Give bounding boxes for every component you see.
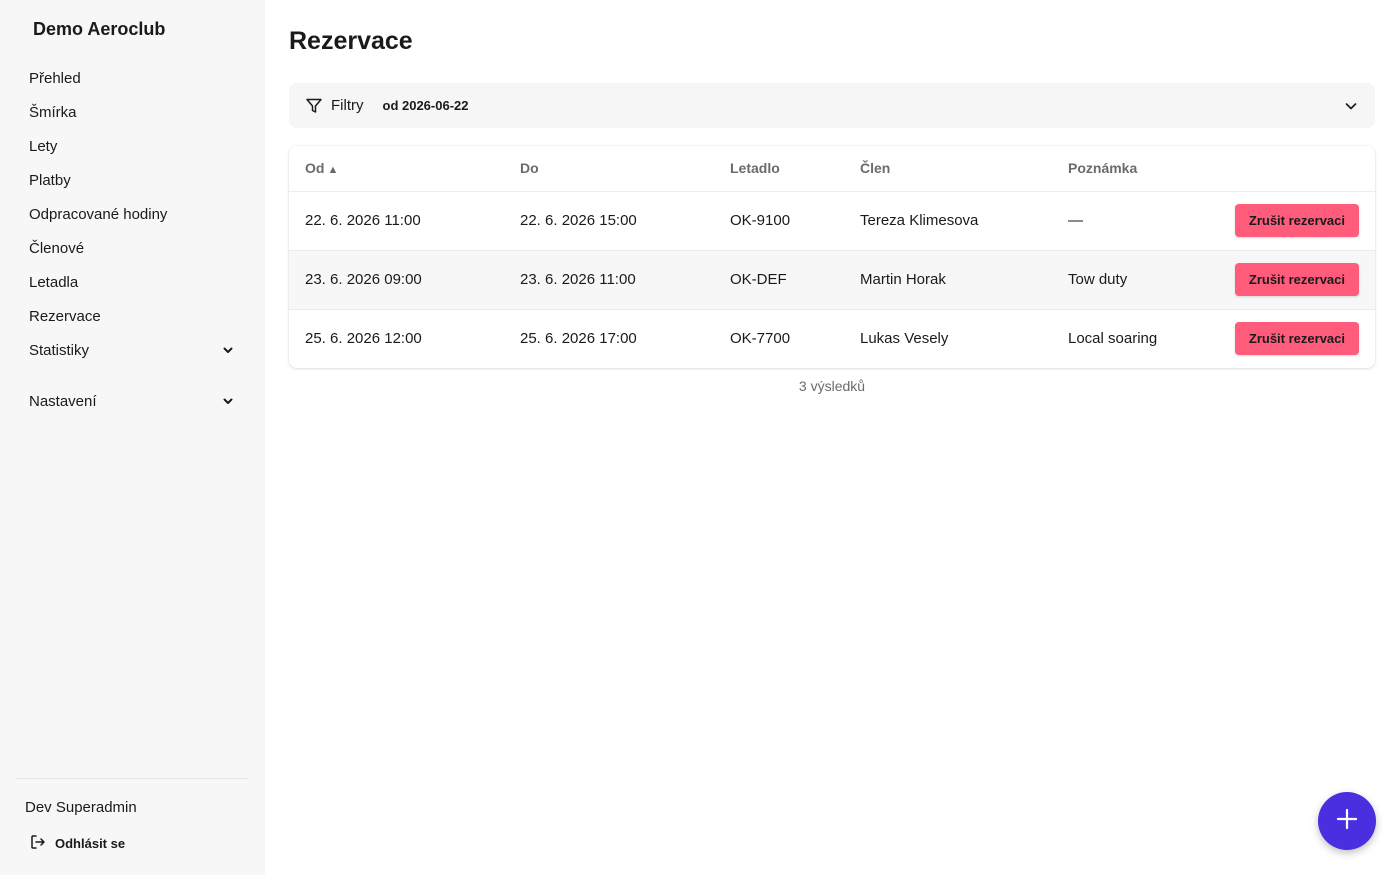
header-row: Od ▲ Do Letadlo Člen Poznámka (289, 146, 1375, 192)
column-label: Letadlo (730, 160, 780, 177)
column-header-poznamka[interactable]: Poznámka (1052, 146, 1194, 192)
cell-od: 22. 6. 2026 11:00 (289, 191, 504, 251)
chevron-down-icon[interactable] (1343, 98, 1359, 114)
cell-clen: Lukas Vesely (860, 330, 949, 348)
brand-title: Demo Aeroclub (33, 19, 166, 39)
cell-do: 25. 6. 2026 17:00 (520, 330, 637, 348)
cell-do: 22. 6. 2026 15:00 (504, 191, 714, 251)
sidebar-item-clenove[interactable]: Členové (16, 231, 248, 265)
cell-action: Zrušit rezervaci (1193, 309, 1375, 368)
cell-action: Zrušit rezervaci (1193, 250, 1375, 310)
chevron-down-icon (221, 343, 235, 357)
column-label: Člen (860, 160, 891, 177)
filters-summary: od 2026-06-22 (382, 98, 469, 113)
main-content: Rezervace Filtry od 2026-06-22 Od ▲ Do L… (265, 0, 1400, 875)
filters-bar[interactable]: Filtry od 2026-06-22 (289, 83, 1375, 128)
chevron-down-icon (221, 394, 235, 408)
sidebar-group-statistiky[interactable]: Statistiky (16, 333, 248, 367)
plus-icon (1335, 807, 1359, 836)
cell-poznamka: Tow duty (1052, 250, 1194, 310)
cell-od: 23. 6. 2026 09:00 (289, 250, 504, 310)
app: Demo Aeroclub Přehled Šmírka Lety Platby… (0, 0, 1400, 875)
cell-do: 23. 6. 2026 11:00 (504, 250, 714, 310)
results-count: 3 výsledků (798, 378, 866, 394)
page-title: Rezervace (289, 27, 413, 55)
sidebar-item-label: Odpracované hodiny (29, 205, 168, 223)
filters-label: Filtry (331, 97, 364, 114)
filter-icon (305, 97, 323, 115)
sidebar-footer: Dev Superadmin Odhlásit se (16, 778, 249, 851)
sidebar: Demo Aeroclub Přehled Šmírka Lety Platby… (0, 0, 265, 875)
cancel-reservation-button[interactable]: Zrušit rezervaci (1234, 263, 1359, 296)
table-row[interactable]: 25. 6. 2026 12:00 25. 6. 2026 17:00 OK-7… (289, 309, 1375, 368)
sidebar-item-lety[interactable]: Lety (16, 129, 248, 163)
sidebar-nav: Přehled Šmírka Lety Platby Odpracované h… (16, 61, 248, 418)
column-label: Do (520, 160, 539, 177)
user-name: Dev Superadmin (25, 799, 137, 816)
sidebar-group-label: Statistiky (29, 341, 90, 359)
sidebar-item-smirka[interactable]: Šmírka (16, 95, 248, 129)
sidebar-item-label: Přehled (29, 69, 81, 87)
sidebar-item-odpracovane-hodiny[interactable]: Odpracované hodiny (16, 197, 248, 231)
column-header-actions (1193, 146, 1375, 192)
column-header-letadlo[interactable]: Letadlo (714, 146, 844, 192)
table-row[interactable]: 22. 6. 2026 11:00 22. 6. 2026 15:00 OK-9… (289, 191, 1375, 251)
cancel-reservation-button[interactable]: Zrušit rezervaci (1234, 322, 1359, 356)
cell-od: 25. 6. 2026 12:00 (305, 330, 422, 348)
column-label: Od (305, 160, 325, 177)
column-header-do[interactable]: Do (504, 146, 714, 192)
cell-letadlo: OK-9100 (714, 191, 844, 251)
cell-letadlo: OK-7700 (730, 330, 791, 348)
sidebar-item-label: Letadla (29, 273, 79, 291)
table-header: Od ▲ Do Letadlo Člen Poznámka (289, 146, 1375, 192)
add-reservation-button[interactable] (1318, 792, 1376, 850)
sidebar-item-label: Šmírka (29, 103, 77, 121)
sidebar-item-letadla[interactable]: Letadla (16, 265, 248, 299)
cell-poznamka: — (1052, 191, 1194, 251)
sidebar-item-rezervace[interactable]: Rezervace (16, 299, 248, 333)
sidebar-item-platby[interactable]: Platby (16, 163, 248, 197)
cell-letadlo: OK-DEF (714, 250, 844, 310)
sidebar-item-label: Členové (29, 239, 85, 257)
column-header-clen[interactable]: Člen (844, 146, 1052, 192)
sidebar-group-nastaveni[interactable]: Nastavení (16, 384, 248, 418)
column-header-od[interactable]: Od ▲ (289, 146, 504, 192)
cancel-reservation-button[interactable]: Zrušit rezervaci (1234, 204, 1359, 237)
cell-action: Zrušit rezervaci (1193, 191, 1375, 251)
logout-label: Odhlásit se (55, 836, 126, 851)
sort-ascending-icon: ▲ (327, 164, 339, 177)
logout-icon (29, 833, 47, 854)
cell-clen: Tereza Klimesova (844, 191, 1052, 251)
cell-clen: Martin Horak (844, 250, 1052, 310)
reservations-table: Od ▲ Do Letadlo Člen Poznámka 22. 6. 202… (289, 146, 1375, 368)
sidebar-item-label: Lety (29, 137, 58, 155)
sidebar-item-label: Rezervace (29, 307, 101, 325)
table: Od ▲ Do Letadlo Člen Poznámka 22. 6. 202… (289, 146, 1375, 368)
column-label: Poznámka (1068, 160, 1138, 177)
logout-button[interactable]: Odhlásit se (29, 833, 125, 854)
sidebar-item-label: Platby (29, 171, 71, 189)
sidebar-group-label: Nastavení (29, 392, 97, 410)
table-body: 22. 6. 2026 11:00 22. 6. 2026 15:00 OK-9… (289, 191, 1375, 368)
sidebar-item-prehled[interactable]: Přehled (16, 61, 248, 95)
cell-poznamka: Local soaring (1068, 330, 1158, 348)
table-row[interactable]: 23. 6. 2026 09:00 23. 6. 2026 11:00 OK-D… (289, 250, 1375, 310)
